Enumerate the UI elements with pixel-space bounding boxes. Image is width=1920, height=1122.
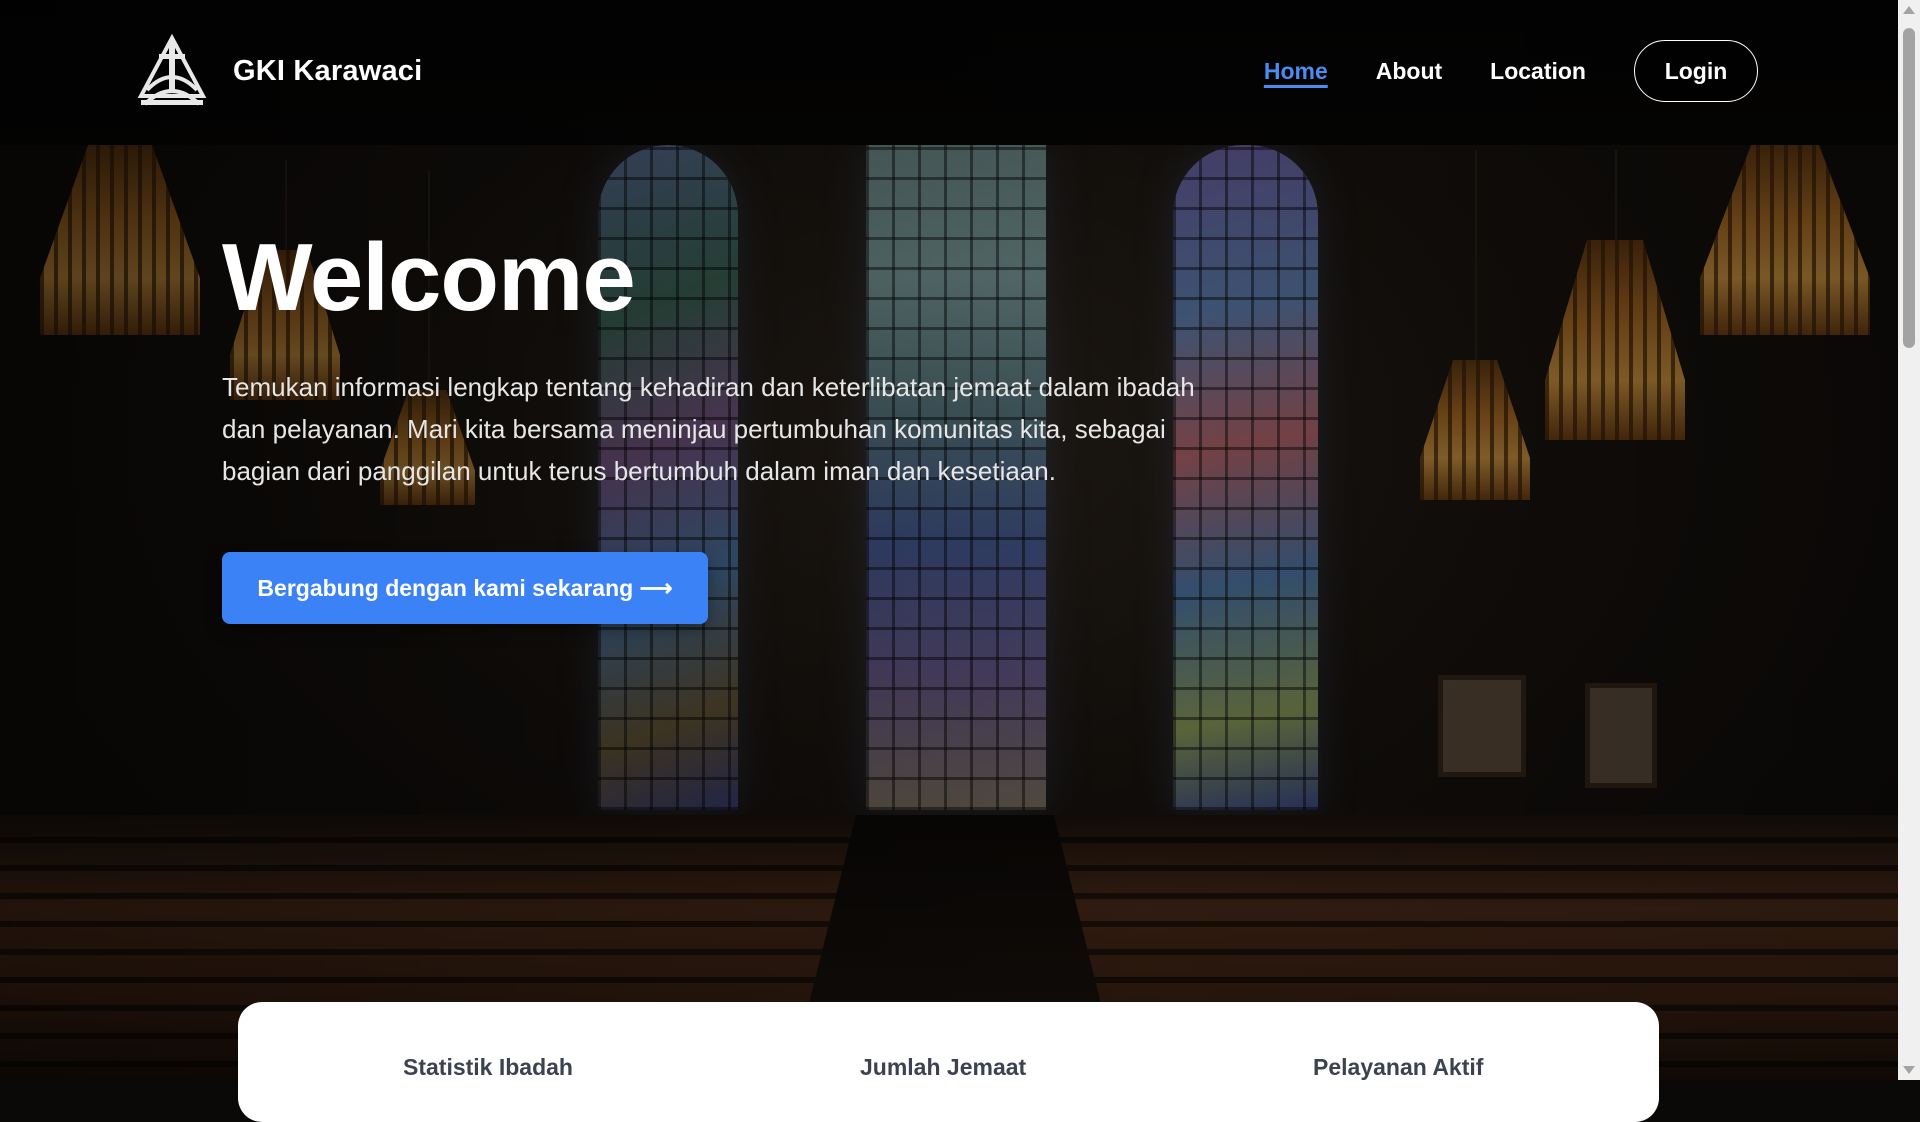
brand-name: GKI Karawaci [233,54,423,87]
church-cross-logo-icon [137,34,207,106]
nav-about-link[interactable]: About [1376,58,1442,85]
brand-home-link[interactable]: GKI Karawaci [135,34,422,108]
dark-overlay [0,0,1898,1080]
stat-label-members: Jumlah Jemaat [860,1054,1027,1080]
stat-label-ministry: Pelayanan Aktif [1313,1054,1484,1080]
login-button[interactable]: Login [1634,40,1758,102]
stats-card: Statistik Ibadah Jumlah Jemaat Pelayanan… [238,1002,1659,1122]
stat-label-worship: Statistik Ibadah [403,1054,573,1080]
hero-description: Temukan informasi lengkap tentang kehadi… [222,372,1195,486]
join-now-button[interactable]: Bergabung dengan kami sekarang ⟶ [222,552,708,624]
nav-links: Home About Location Login [1216,40,1758,102]
hero-title: Welcome [222,224,636,331]
scrollbar-thumb[interactable] [1903,28,1915,348]
scroll-up-arrow-icon[interactable] [1903,6,1915,14]
hero-background-image [0,0,1898,1080]
top-navbar: GKI Karawaci Home About Location Login [0,0,1898,145]
nav-location-link[interactable]: Location [1490,58,1586,85]
nav-home-link[interactable]: Home [1264,58,1328,85]
scroll-down-arrow-icon[interactable] [1903,1066,1915,1074]
vertical-scrollbar[interactable] [1898,0,1920,1080]
